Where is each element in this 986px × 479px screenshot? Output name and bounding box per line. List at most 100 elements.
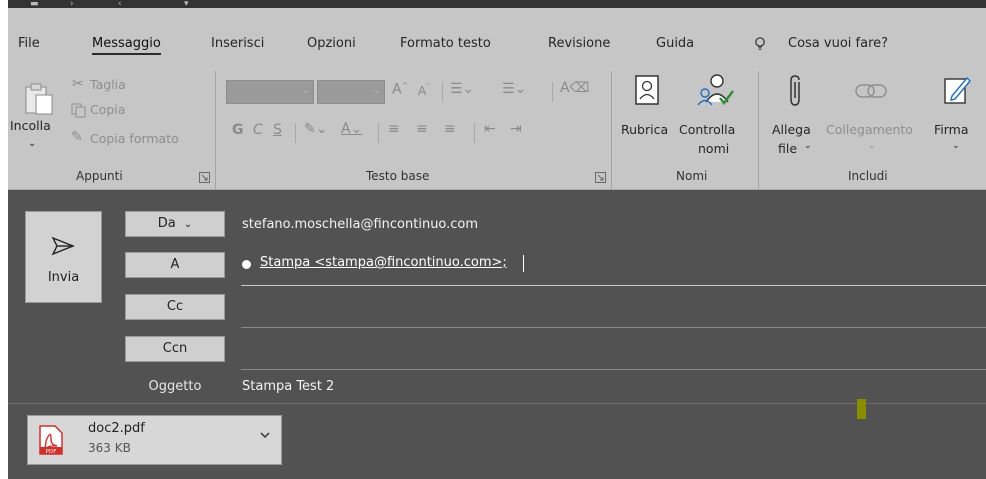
chevron-down-icon[interactable] [259, 430, 271, 440]
group-divider [611, 71, 612, 189]
group-divider [215, 71, 216, 189]
undo-icon[interactable]: › [70, 0, 74, 9]
pdf-badge: PDF [46, 449, 57, 455]
from-value: stefano.moschella@fincontinuo.com [242, 217, 479, 232]
message-header: Invia Da ⌄ stefano.moschella@fincontinuo… [8, 190, 986, 479]
bcc-field[interactable] [241, 369, 986, 370]
paste-icon [25, 83, 53, 115]
cursor-marker [857, 399, 866, 419]
paste-button[interactable]: Incolla [10, 118, 51, 133]
highlight-color-icon[interactable]: ✎⌄ [304, 121, 327, 137]
divider [474, 123, 475, 143]
clear-formatting-icon[interactable]: A⌫ [560, 80, 589, 96]
bullets-icon[interactable]: ☰⌄ [450, 81, 474, 97]
underline-button[interactable]: S [273, 122, 282, 138]
format-painter-button[interactable]: Copia formato [90, 131, 179, 146]
cc-button[interactable]: Cc [125, 294, 225, 320]
increase-indent-icon[interactable]: ⇥ [510, 121, 522, 137]
font-color-icon[interactable]: A⌄ [341, 121, 362, 137]
cut-button[interactable]: Taglia [90, 77, 126, 92]
attachment-chip[interactable]: PDF doc2.pdf 363 KB [27, 415, 282, 465]
chevron-down-icon[interactable]: ⌄ [868, 141, 876, 151]
send-icon [51, 236, 75, 256]
from-label: Da [157, 216, 176, 231]
check-names-button-line2[interactable]: nomi [698, 141, 729, 156]
tab-format-text[interactable]: Formato testo [400, 36, 491, 51]
include-group-label: Includi [848, 169, 888, 183]
grow-font-icon[interactable]: A^ [392, 81, 408, 98]
tab-file[interactable]: File [18, 36, 40, 51]
copy-icon [71, 103, 86, 118]
customize-quick-access-icon[interactable]: ▾ [184, 0, 189, 9]
link-icon [855, 84, 887, 98]
to-recipient[interactable]: Stampa <stampa@fincontinuo.com>; [260, 255, 507, 270]
tab-review[interactable]: Revisione [548, 36, 610, 51]
shrink-font-icon[interactable]: Aˇ [418, 83, 430, 98]
names-group-label: Nomi [676, 169, 708, 183]
clipboard-group-label: Appunti [76, 169, 123, 183]
tab-insert[interactable]: Inserisci [211, 36, 264, 51]
check-names-button[interactable]: Controlla [679, 122, 735, 137]
basic-text-group-label: Testo base [366, 169, 430, 183]
copy-button[interactable]: Copia [90, 102, 125, 117]
italic-button[interactable]: C [253, 122, 263, 138]
bold-button[interactable]: G [232, 122, 244, 138]
attach-file-button-line2[interactable]: file [778, 141, 797, 156]
address-book-icon [635, 75, 659, 105]
save-icon[interactable]: ▬ [30, 0, 39, 9]
text-cursor [523, 255, 524, 272]
divider [552, 82, 553, 102]
to-field[interactable] [241, 285, 986, 286]
tab-options[interactable]: Opzioni [307, 36, 356, 51]
pdf-file-icon: PDF [39, 425, 63, 455]
align-center-icon[interactable]: ≡ [416, 121, 428, 137]
align-left-icon[interactable]: ≡ [388, 121, 400, 137]
ribbon-tabs: File Messaggio Inserisci Opzioni Formato… [8, 8, 986, 68]
send-label: Invia [47, 270, 80, 285]
chevron-down-icon: ⌄ [183, 219, 193, 230]
font-size-dropdown[interactable]: ⌄ [317, 80, 385, 104]
decrease-indent-icon[interactable]: ⇤ [484, 121, 496, 137]
paperclip-icon [790, 75, 800, 106]
subject-field[interactable]: Stampa Test 2 [242, 379, 334, 394]
tab-message[interactable]: Messaggio [92, 36, 161, 55]
tab-help[interactable]: Guida [656, 36, 694, 51]
attachment-name: doc2.pdf [88, 421, 145, 436]
font-name-dropdown[interactable]: ⌄ [226, 80, 314, 104]
divider [442, 82, 443, 102]
group-divider [758, 71, 759, 189]
signature-icon [944, 76, 971, 104]
from-button[interactable]: Da ⌄ [125, 211, 225, 237]
tell-me-search[interactable]: Cosa vuoi fare? [788, 36, 888, 51]
chevron-down-icon: ⌄ [301, 85, 310, 96]
to-button[interactable]: A [125, 252, 225, 278]
ribbon: Incolla ⌄ ✂ Taglia Copia ✎ Copia formato… [8, 68, 986, 190]
divider [295, 123, 296, 143]
divider [378, 123, 379, 143]
clipboard-dialog-launcher-icon[interactable] [199, 172, 210, 183]
outlook-compose-window: ▬ › ‹ ▾ File Messaggio Inserisci Opzioni… [8, 0, 986, 479]
basic-text-dialog-launcher-icon[interactable] [595, 172, 606, 183]
lightbulb-icon [755, 37, 765, 50]
chevron-down-icon[interactable]: ⌄ [952, 141, 960, 151]
chevron-down-icon: ⌄ [372, 85, 381, 96]
presence-icon [242, 260, 251, 269]
scissors-icon: ✂ [72, 76, 84, 92]
chevron-down-icon[interactable]: ⌄ [804, 141, 812, 151]
attach-file-button[interactable]: Allega [772, 122, 811, 137]
check-names-icon [697, 74, 734, 106]
signature-button[interactable]: Firma [934, 122, 969, 137]
cc-field[interactable] [241, 327, 986, 328]
format-painter-icon: ✎ [71, 129, 83, 145]
subject-label: Oggetto [148, 379, 202, 394]
redo-icon[interactable]: ‹ [118, 0, 122, 9]
align-right-icon[interactable]: ≡ [444, 121, 456, 137]
address-book-button[interactable]: Rubrica [621, 122, 668, 137]
bcc-button[interactable]: Ccn [125, 336, 225, 362]
link-button[interactable]: Collegamento [826, 122, 913, 137]
divider [8, 403, 986, 404]
numbering-icon[interactable]: ☰⌄ [502, 81, 526, 97]
paste-chevron-icon[interactable]: ⌄ [28, 138, 36, 149]
send-button[interactable]: Invia [25, 211, 102, 303]
attachment-size: 363 KB [88, 441, 131, 455]
